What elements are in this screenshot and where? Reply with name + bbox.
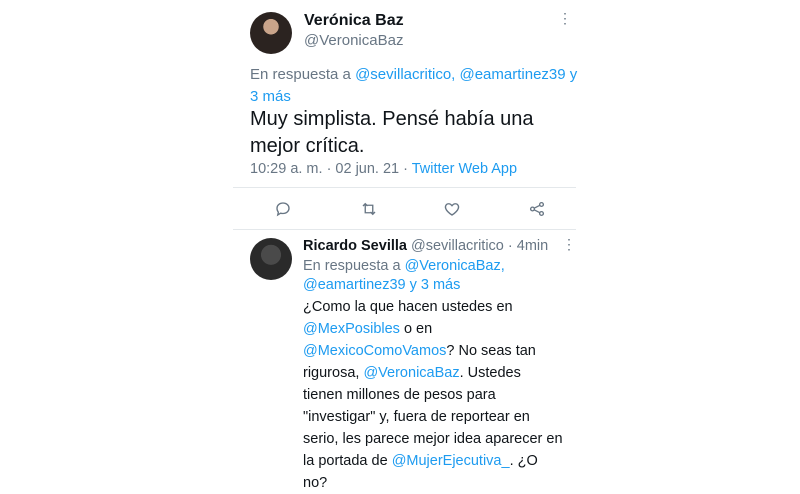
text-segment: ¿Como la que hacen ustedes en [303,299,513,315]
reply-header: Ricardo Sevilla @sevillacritico · 4min [303,238,548,254]
like-icon[interactable] [441,198,463,220]
tweet-timestamp[interactable]: 10:29 a. m. · 02 jun. 21 · [250,161,412,177]
reply-context: En respuesta a @VeronicaBaz, @eamartinez… [303,257,563,295]
mention-mexicocomovamos[interactable]: @MexicoComoVamos [303,343,446,359]
author-handle[interactable]: @VeronicaBaz [304,32,403,49]
avatar-veronica-baz[interactable] [250,12,292,54]
reply-context-prefix: En respuesta a [303,258,405,274]
mention-mexposibles[interactable]: @MexPosibles [303,321,400,337]
reply-context: En respuesta a @sevillacritico, @eamarti… [250,64,580,108]
author-handle[interactable]: @sevillacritico [411,238,504,254]
divider [233,229,576,230]
reply-context-prefix: En respuesta a [250,66,356,83]
more-vertical-icon[interactable]: ⋮ [562,236,576,253]
avatar-ricardo-sevilla[interactable] [250,238,292,280]
divider [233,187,576,188]
more-vertical-icon[interactable]: ⋮ [558,10,572,27]
tweet-age[interactable]: · 4min [504,238,548,254]
tweet-source[interactable]: Twitter Web App [412,161,517,177]
tweet-meta: 10:29 a. m. · 02 jun. 21 · Twitter Web A… [250,161,517,177]
reply-icon[interactable] [272,198,294,220]
retweet-icon[interactable] [358,198,380,220]
mention-veronicabaz[interactable]: @VeronicaBaz [363,365,459,381]
author-name[interactable]: Ricardo Sevilla [303,238,407,254]
author-name[interactable]: Verónica Baz [304,12,404,30]
tweet-text: Muy simplista. Pensé había una mejor crí… [250,108,534,157]
tweet-text: ¿Como la que hacen ustedes en @MexPosibl… [303,296,563,494]
mention-mujerejecutiva[interactable]: @MujerEjecutiva_ [392,453,510,469]
text-segment: o en [399,321,433,337]
share-icon[interactable] [526,198,548,220]
